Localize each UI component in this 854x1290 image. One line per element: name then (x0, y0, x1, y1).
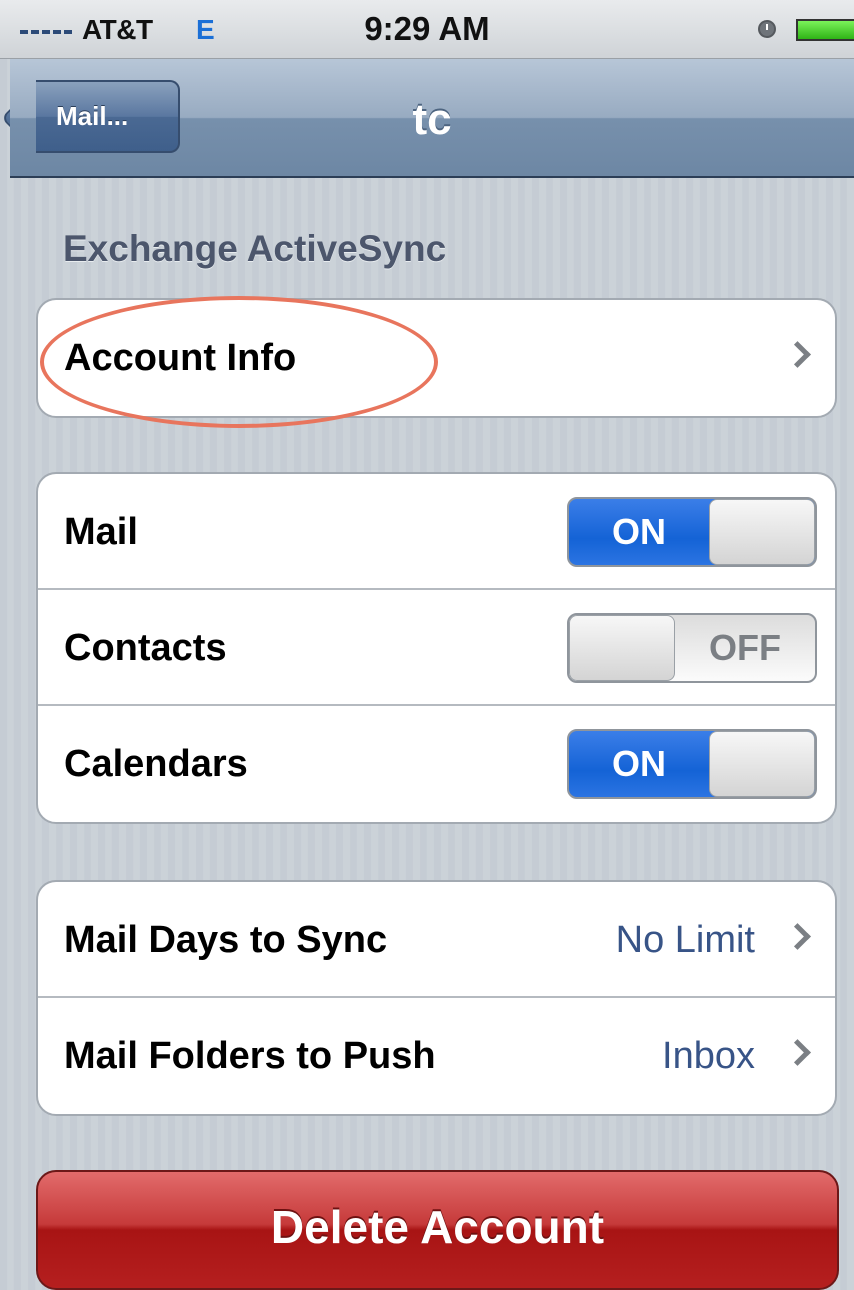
back-button-label: Mail... (56, 101, 129, 131)
switch-knob (569, 615, 675, 681)
chevron-right-icon (784, 1039, 811, 1066)
chevron-right-icon (784, 341, 811, 368)
mail-days-to-sync-value: No Limit (615, 919, 755, 961)
navigation-bar: Mail... tc (10, 59, 854, 178)
mail-folders-to-push-row[interactable]: Mail Folders to Push Inbox (38, 998, 835, 1114)
calendars-switch-state: ON (612, 743, 666, 784)
switch-knob (709, 731, 815, 797)
mail-days-to-sync-label: Mail Days to Sync (64, 919, 388, 961)
calendars-toggle-row: Calendars ON (38, 706, 835, 822)
highlight-annotation (40, 296, 438, 428)
contacts-switch[interactable]: OFF (567, 613, 817, 683)
mail-switch[interactable]: ON (567, 497, 817, 567)
battery-icon (796, 19, 854, 41)
status-time: 9:29 AM (364, 10, 490, 47)
calendars-toggle-label: Calendars (64, 743, 248, 785)
status-bar: AT&T E 9:29 AM (0, 0, 854, 59)
switch-knob (709, 499, 815, 565)
chevron-right-icon (784, 923, 811, 950)
mail-folders-to-push-label: Mail Folders to Push (64, 1035, 436, 1077)
mail-toggle-label: Mail (64, 511, 138, 553)
contacts-toggle-label: Contacts (64, 627, 227, 669)
page-title: tc (412, 95, 452, 144)
mail-toggle-row: Mail ON (38, 474, 835, 590)
calendars-switch[interactable]: ON (567, 729, 817, 799)
sync-toggles-group: Mail ON Contacts OFF Calendars ON (36, 472, 837, 824)
contacts-toggle-row: Contacts OFF (38, 590, 835, 706)
delete-account-button[interactable]: Delete Account (36, 1170, 839, 1290)
section-header: Exchange ActiveSync (63, 228, 447, 269)
contacts-switch-state: OFF (709, 627, 781, 668)
alarm-icon (758, 20, 776, 38)
mail-settings-group: Mail Days to Sync No Limit Mail Folders … (36, 880, 837, 1116)
mail-switch-state: ON (612, 511, 666, 552)
mail-folders-to-push-value: Inbox (662, 1035, 755, 1077)
mail-days-to-sync-row[interactable]: Mail Days to Sync No Limit (38, 882, 835, 998)
